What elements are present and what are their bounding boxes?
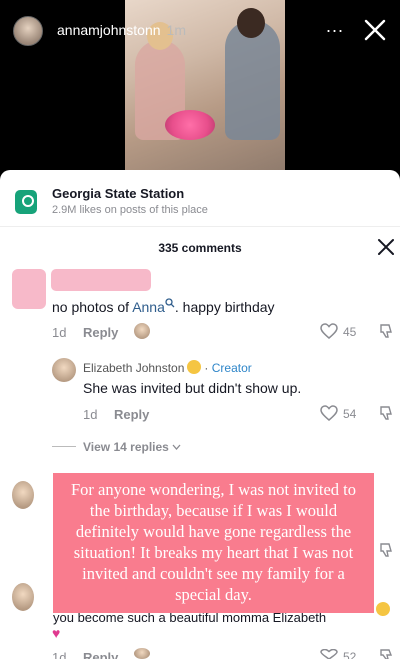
like-count: 52: [343, 650, 357, 659]
dislike-icon[interactable]: [378, 649, 394, 659]
story-text-overlay: For anyone wondering, I was not invited …: [53, 473, 374, 613]
divider: [0, 226, 400, 227]
comment-text: no photos of Anna . happy birthday: [52, 298, 275, 315]
overlay-text: For anyone wondering, I was not invited …: [70, 480, 357, 604]
comment-age: 1d: [52, 650, 67, 659]
photo-person: [225, 20, 280, 140]
dislike-icon[interactable]: [378, 405, 394, 421]
photo-head: [237, 8, 265, 38]
reply-author[interactable]: Elizabeth Johnston · Creator: [83, 360, 252, 375]
avatar[interactable]: [12, 583, 34, 611]
emoji-icon: [376, 602, 390, 616]
more-icon[interactable]: ...: [326, 16, 344, 37]
dislike-icon[interactable]: [378, 323, 394, 339]
photo-gift: [165, 110, 215, 140]
reply-text: She was invited but didn't show up.: [83, 380, 302, 396]
place-name[interactable]: Georgia State Station: [52, 186, 184, 201]
dislike-icon[interactable]: [378, 542, 394, 558]
comments-sheet: Georgia State Station 2.9M likes on post…: [0, 170, 400, 659]
redacted-username: [51, 269, 151, 291]
heart-outline-icon[interactable]: [320, 323, 338, 339]
like-count: 45: [343, 325, 357, 339]
place-likes: 2.9M likes on posts of this place: [52, 204, 208, 216]
search-icon: [165, 298, 175, 308]
liked-by-creator-avatar: [134, 323, 150, 339]
story-username[interactable]: annamjohnstonn 1m: [57, 22, 186, 38]
reply-button[interactable]: Reply: [83, 650, 118, 659]
avatar[interactable]: [52, 358, 76, 382]
reply-age: 1d: [83, 407, 98, 422]
author-name: Elizabeth Johnston: [83, 361, 185, 375]
chevron-down-icon: [172, 444, 181, 450]
reply-button[interactable]: Reply: [83, 325, 118, 340]
close-icon[interactable]: [362, 17, 388, 43]
comment-text-end: . happy birthday: [174, 299, 275, 315]
username-text[interactable]: annamjohnstonn: [57, 22, 161, 38]
pink-heart-icon: ♥: [52, 625, 61, 641]
view-replies-label: View 14 replies: [83, 440, 169, 454]
avatar[interactable]: [12, 481, 34, 509]
profile-avatar[interactable]: [13, 16, 43, 46]
yellow-heart-icon: [187, 360, 202, 374]
view-replies-button[interactable]: View 14 replies: [83, 440, 181, 454]
heart-outline-icon[interactable]: [320, 405, 338, 421]
close-icon[interactable]: [377, 238, 395, 256]
comment-text-start: no photos of: [52, 299, 133, 315]
view-replies-line: [52, 446, 76, 447]
comments-count: 335 comments: [158, 241, 242, 255]
separator: ·: [204, 361, 209, 375]
heart-outline-icon[interactable]: [320, 649, 338, 659]
reply-button[interactable]: Reply: [114, 407, 149, 422]
creator-tag: Creator: [211, 361, 252, 375]
like-count: 54: [343, 407, 357, 421]
redacted-avatar: [12, 269, 46, 309]
location-pin-icon: [15, 190, 37, 214]
liked-by-creator-avatar: [134, 648, 150, 659]
story-time: 1m: [166, 22, 186, 38]
mention-link[interactable]: Anna: [132, 299, 165, 315]
comment-age: 1d: [52, 325, 67, 340]
